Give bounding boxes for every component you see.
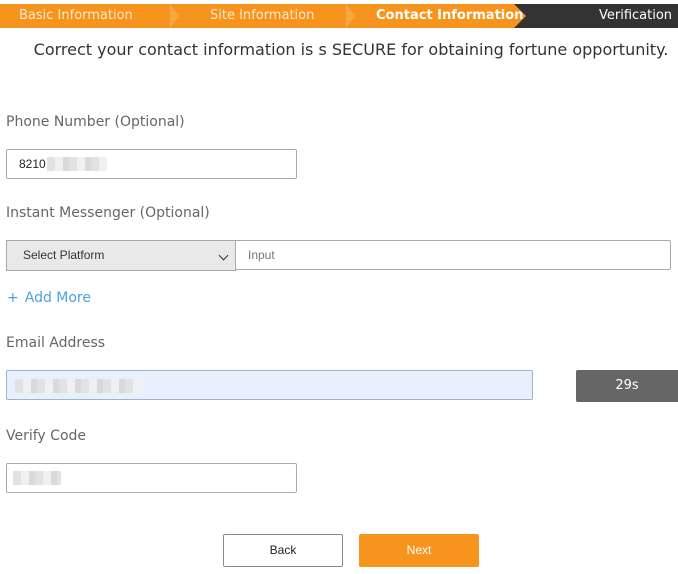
platform-select-value: Select Platform — [23, 248, 105, 262]
redacted-phone-digits — [47, 157, 107, 171]
resend-countdown-button[interactable]: 29s — [576, 370, 678, 402]
chevron-down-icon — [218, 250, 229, 261]
next-button[interactable]: Next — [359, 534, 479, 567]
page-headline: Correct your contact information is s SE… — [33, 40, 669, 59]
stepper-separator — [346, 4, 355, 28]
messenger-input-placeholder: Input — [248, 248, 275, 262]
email-input[interactable] — [6, 370, 533, 400]
plus-icon: + — [7, 290, 19, 306]
step-site-information: Site Information — [210, 8, 315, 23]
phone-label: Phone Number (Optional) — [6, 114, 185, 130]
step-basic-information: Basic Information — [19, 8, 133, 23]
phone-value: 8210 — [19, 157, 46, 171]
email-label: Email Address — [6, 335, 106, 351]
verify-code-label: Verify Code — [6, 428, 87, 444]
step-verification: Verification — [599, 8, 673, 23]
progress-stepper: Basic Information Site Information Conta… — [0, 4, 678, 28]
add-more-link[interactable]: + Add More — [7, 290, 91, 306]
redacted-email — [15, 379, 141, 393]
phone-input[interactable]: 8210 — [6, 149, 297, 179]
stepper-separator — [170, 4, 179, 28]
add-more-label: Add More — [24, 290, 91, 306]
messenger-input[interactable]: Input — [235, 240, 671, 270]
verify-code-input[interactable] — [6, 463, 297, 493]
redacted-verify-code — [13, 471, 61, 485]
step-contact-information: Contact Information — [376, 8, 524, 23]
messenger-label: Instant Messenger (Optional) — [6, 205, 210, 221]
back-button[interactable]: Back — [223, 534, 343, 567]
platform-select[interactable]: Select Platform — [6, 240, 236, 271]
